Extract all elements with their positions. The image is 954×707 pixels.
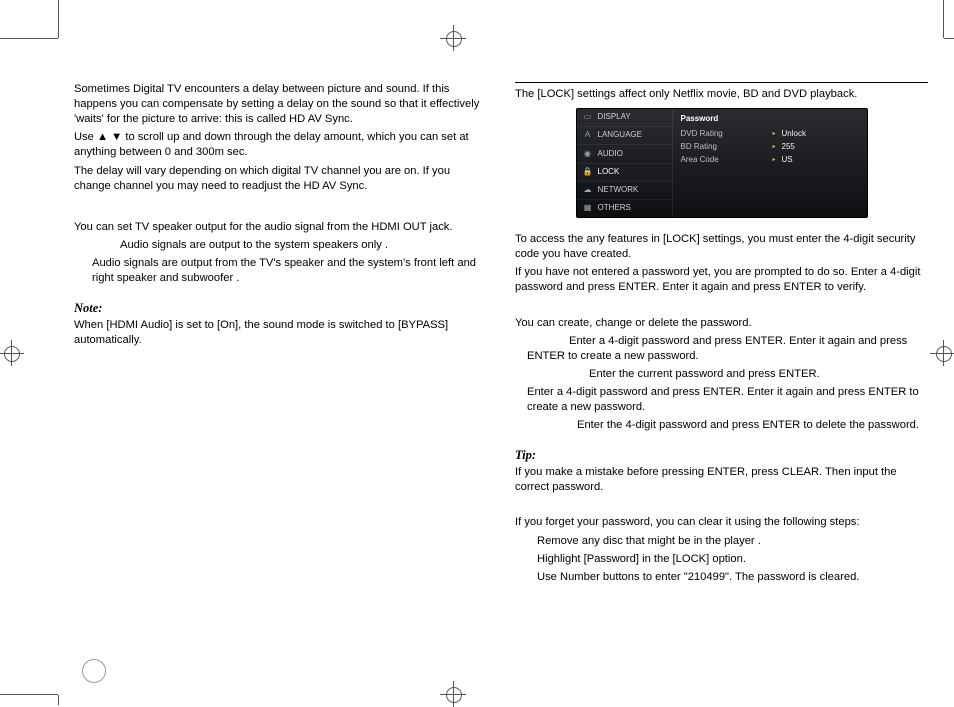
step-item: Remove any disc that might be in the pla… bbox=[537, 534, 928, 549]
settings-key: DVD Rating bbox=[681, 129, 767, 140]
settings-row: DVD Rating ▸ Unlock bbox=[681, 129, 859, 140]
tip-heading: Tip: bbox=[515, 447, 928, 464]
settings-panel-header: Password bbox=[681, 114, 859, 125]
settings-panel: Password DVD Rating ▸ Unlock BD Rating ▸ 255… bbox=[672, 109, 867, 217]
body-text: Sometimes Digital TV encounters a delay … bbox=[74, 82, 487, 127]
note-body: When [HDMI Audio] is set to [On], the so… bbox=[74, 318, 487, 348]
settings-menu: ▭ DISPLAY A LANGUAGE ◉ AUDIO 🔒 LOCK ☁ NETWORK… bbox=[577, 109, 672, 217]
step-item: Use Number buttons to enter "210499". Th… bbox=[537, 570, 928, 585]
settings-menu-item: ☁ NETWORK bbox=[577, 181, 672, 199]
body-text: The [LOCK] settings affect only Netflix … bbox=[515, 87, 928, 102]
settings-value: US bbox=[782, 155, 793, 166]
body-text: If you forget your password, you can cle… bbox=[515, 515, 928, 530]
body-text: Use ▲ ▼ to scroll up and down through th… bbox=[74, 130, 487, 160]
tip-body: If you make a mistake before pressing EN… bbox=[515, 465, 928, 495]
note-heading: Note: bbox=[74, 300, 487, 317]
settings-key: BD Rating bbox=[681, 142, 767, 153]
step-item: Highlight [Password] in the [LOCK] optio… bbox=[537, 552, 928, 567]
chevron-right-icon: ▸ bbox=[773, 156, 776, 164]
body-text: The delay will vary depending on which d… bbox=[74, 164, 487, 194]
left-column: Sometimes Digital TV encounters a delay … bbox=[74, 82, 487, 667]
settings-row: BD Rating ▸ 255 bbox=[681, 142, 859, 153]
body-text: To access the any features in [LOCK] set… bbox=[515, 232, 928, 262]
others-icon: ▦ bbox=[583, 204, 593, 214]
settings-menu-item: ▦ OTHERS bbox=[577, 199, 672, 217]
body-text: Enter the current password and press ENT… bbox=[527, 367, 928, 382]
lock-icon: 🔒 bbox=[583, 167, 593, 177]
audio-icon: ◉ bbox=[583, 149, 593, 159]
settings-menu-item-selected: 🔒 LOCK bbox=[577, 163, 672, 181]
body-text: If you have not entered a password yet, … bbox=[515, 265, 928, 295]
body-text: Audio signals are output to the system s… bbox=[120, 238, 487, 253]
settings-menu-label: NETWORK bbox=[598, 185, 639, 196]
network-icon: ☁ bbox=[583, 185, 593, 195]
settings-screenshot: ▭ DISPLAY A LANGUAGE ◉ AUDIO 🔒 LOCK ☁ NETWORK… bbox=[576, 108, 868, 218]
registration-mark-icon bbox=[930, 340, 954, 366]
settings-value: 255 bbox=[782, 142, 795, 153]
settings-row: Area Code ▸ US bbox=[681, 155, 859, 166]
chevron-right-icon: ▸ bbox=[773, 143, 776, 151]
settings-menu-label: DISPLAY bbox=[598, 112, 631, 123]
section-rule bbox=[515, 82, 928, 83]
settings-menu-item: ◉ AUDIO bbox=[577, 144, 672, 162]
body-text: You can create, change or delete the pas… bbox=[515, 316, 928, 331]
body-text: Enter a 4-digit password and press ENTER… bbox=[527, 334, 928, 364]
body-text: Enter a 4-digit password and press ENTER… bbox=[527, 385, 928, 415]
settings-key: Area Code bbox=[681, 155, 767, 166]
body-text: You can set TV speaker output for the au… bbox=[74, 220, 487, 235]
settings-menu-item: A LANGUAGE bbox=[577, 126, 672, 144]
language-icon: A bbox=[583, 131, 593, 141]
settings-menu-label: LOCK bbox=[598, 167, 620, 178]
chevron-right-icon: ▸ bbox=[773, 130, 776, 138]
registration-mark-icon bbox=[0, 340, 24, 366]
registration-mark-icon bbox=[440, 25, 466, 51]
body-text: Audio signals are output from the TV's s… bbox=[92, 256, 487, 286]
manual-page: Sometimes Digital TV encounters a delay … bbox=[0, 0, 954, 705]
registration-mark-icon bbox=[440, 681, 466, 707]
settings-menu-item: ▭ DISPLAY bbox=[577, 109, 672, 126]
display-icon: ▭ bbox=[583, 113, 593, 123]
settings-menu-label: LANGUAGE bbox=[598, 130, 642, 141]
settings-menu-label: OTHERS bbox=[598, 203, 631, 214]
body-text: Enter the 4-digit password and press ENT… bbox=[527, 418, 928, 433]
settings-value: Unlock bbox=[782, 129, 806, 140]
right-column: The [LOCK] settings affect only Netflix … bbox=[515, 82, 928, 667]
settings-menu-label: AUDIO bbox=[598, 149, 623, 160]
